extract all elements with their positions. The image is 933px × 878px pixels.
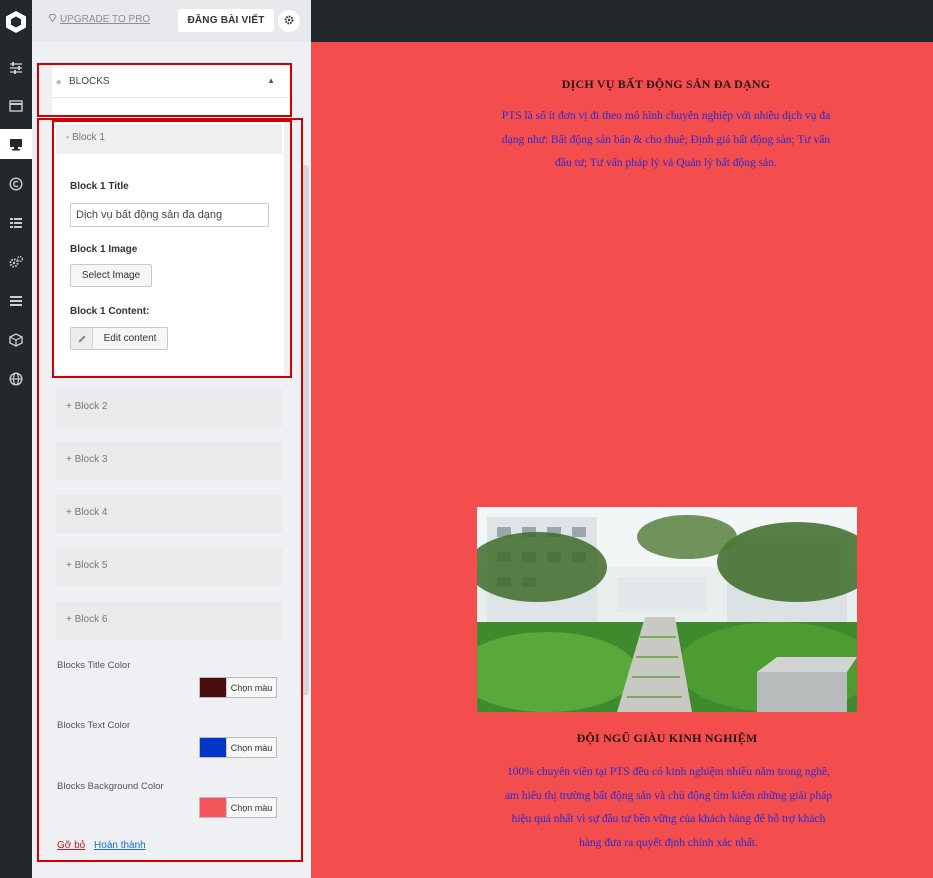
remove-link[interactable]: Gỡ bỏ xyxy=(57,840,85,851)
gears-icon[interactable] xyxy=(6,252,26,272)
title-color-picker[interactable]: Chọn màu xyxy=(199,677,277,698)
garden-photo xyxy=(477,507,857,712)
block-1-header[interactable]: - Block 1 xyxy=(56,124,282,154)
title-color-swatch xyxy=(200,678,226,697)
text-color-picker[interactable]: Chọn màu xyxy=(199,737,277,758)
publish-button[interactable]: ĐĂNG BÀI VIẾT xyxy=(178,9,274,32)
edit-content-button[interactable]: Edit content xyxy=(70,327,168,350)
title-color-button-label: Chọn màu xyxy=(226,678,276,697)
edit-content-label: Edit content xyxy=(103,333,157,344)
blocks-section-header[interactable]: ◆ BLOCKS ▲ xyxy=(52,66,289,98)
text-color-swatch xyxy=(200,738,226,757)
background-color-picker[interactable]: Chọn màu xyxy=(199,797,277,818)
upgrade-label: UPGRADE TO PRO xyxy=(60,14,151,25)
copyright-icon[interactable] xyxy=(6,174,26,194)
text-line: PTS là số ít đơn vị đi theo mô hình chuy… xyxy=(501,110,831,122)
pencil-icon xyxy=(71,328,93,349)
panel-footer: Gỡ bỏ Hoàn thành xyxy=(57,840,146,851)
block-2-preview-title: ĐỘI NGŨ GIÀU KINH NGHIỆM xyxy=(576,731,758,745)
globe-icon[interactable] xyxy=(6,369,26,389)
background-color-button-label: Chọn màu xyxy=(226,798,276,817)
text-line: dạng như: Bất động sản bán & cho thuê; Đ… xyxy=(501,133,831,146)
title-color-label: Blocks Title Color xyxy=(57,660,131,671)
gear-icon xyxy=(284,12,294,30)
panel-topbar: UPGRADE TO PRO ĐĂNG BÀI VIẾT xyxy=(32,0,311,42)
block-3-header[interactable]: + Block 3 xyxy=(56,442,282,480)
icon-rail xyxy=(0,0,32,878)
text-line: hiệu quả nhất vì sự đầu tư bền vững của … xyxy=(511,813,826,825)
upgrade-link[interactable]: UPGRADE TO PRO xyxy=(48,14,150,25)
block-2-preview-text: 100% chuyên viên tại PTS đều có kinh ngh… xyxy=(461,761,876,855)
text-line: đầu tư; Tư vấn pháp lý và Quản lý bất độ… xyxy=(555,157,777,169)
block-2-header[interactable]: + Block 2 xyxy=(56,389,282,427)
section-label: BLOCKS xyxy=(69,76,110,87)
done-link[interactable]: Hoàn thành xyxy=(94,840,146,851)
panel-scrollbar[interactable] xyxy=(302,165,309,695)
block-4-header[interactable]: + Block 4 xyxy=(56,495,282,533)
block-1-panel: - Block 1 Block 1 Title Block 1 Image Se… xyxy=(54,122,284,375)
text-line: 100% chuyên viên tại PTS đều có kinh ngh… xyxy=(507,766,830,778)
block-1-title-input[interactable] xyxy=(70,203,269,227)
block-1-title-label: Block 1 Title xyxy=(70,181,129,192)
drag-dot-icon: ◆ xyxy=(56,79,62,86)
sliders-icon[interactable] xyxy=(6,58,26,78)
block-1-preview-title: DỊCH VỤ BẤT ĐỘNG SẢN ĐA DẠNG xyxy=(561,77,771,91)
text-line: am hiểu thị trường bất động sản và chủ đ… xyxy=(504,789,833,802)
block-1-content-label: Block 1 Content: xyxy=(70,306,150,317)
text-line: hàng đưa ra quyết định chính xác nhất. xyxy=(579,836,758,849)
background-color-label: Blocks Background Color xyxy=(57,781,164,792)
settings-button[interactable] xyxy=(278,10,300,32)
section-spacer xyxy=(52,98,289,116)
block-5-header[interactable]: + Block 5 xyxy=(56,548,282,586)
monitor-icon[interactable] xyxy=(0,129,32,159)
logo-icon[interactable] xyxy=(4,10,28,34)
card-icon[interactable] xyxy=(6,96,26,116)
list-icon[interactable] xyxy=(6,213,26,233)
block-6-header[interactable]: + Block 6 xyxy=(56,602,282,640)
text-color-button-label: Chọn màu xyxy=(226,738,276,757)
garden-photo-art xyxy=(477,507,857,712)
select-image-button[interactable]: Select Image xyxy=(70,264,152,287)
block-1-image-label: Block 1 Image xyxy=(70,244,138,255)
settings-panel: UPGRADE TO PRO ĐĂNG BÀI VIẾT ◆ BLOCKS ▲ … xyxy=(32,0,311,878)
diamond-icon xyxy=(48,14,57,25)
cube-icon[interactable] xyxy=(6,330,26,350)
block-1-preview-text: PTS là số ít đơn vị đi theo mô hình chuy… xyxy=(461,105,871,176)
menu-icon[interactable] xyxy=(6,291,26,311)
caret-up-icon[interactable]: ▲ xyxy=(267,76,275,85)
preview-top-bar xyxy=(311,0,933,42)
background-color-swatch xyxy=(200,798,226,817)
text-color-label: Blocks Text Color xyxy=(57,720,131,731)
preview-area: DỊCH VỤ BẤT ĐỘNG SẢN ĐA DẠNG PTS là số í… xyxy=(311,42,933,878)
